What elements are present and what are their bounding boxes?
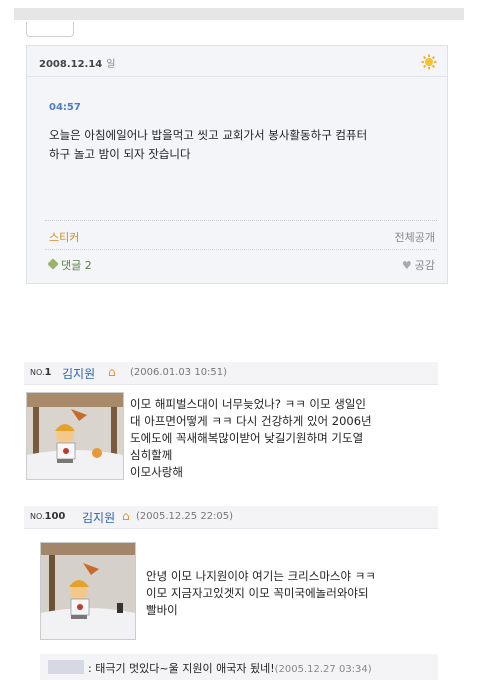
entry-message: 이모 해피벌스대이 너무늦었나? ㅋㅋ 이모 생일인 대 아프면어떻게 ㅋㅋ 다… xyxy=(130,396,440,481)
top-scroll-strip xyxy=(14,8,464,20)
diary-card: 2008.12.14 일 04:57 오늘은 아침에일어나 밥을먹고 씻고 교회가… xyxy=(26,45,448,284)
entry-number: NO.1 xyxy=(30,367,52,378)
reply-message: : 태극기 멋있다~울 지원이 애국자 됬네! xyxy=(88,662,275,675)
diary-day: 일 xyxy=(106,59,116,70)
sun-icon xyxy=(421,54,437,70)
divider xyxy=(45,249,437,250)
diary-body-line: 오늘은 아침에일어나 밥을먹고 씻고 교회가서 봉사활동하구 컴퓨터 xyxy=(49,128,368,142)
diary-body-line: 하구 놀고 밤이 되자 잣습니다 xyxy=(49,147,191,161)
sticker-link[interactable]: 스티커 xyxy=(49,229,79,245)
message-line: 이모 지금자고있겟지 이모 꼭미국에놀러와야되 xyxy=(146,586,369,600)
diary-header: 2008.12.14 일 xyxy=(27,46,447,77)
guestbook-entry-header: NO.1 김지원 ⌂ (2006.01.03 10:51) xyxy=(24,362,438,385)
author-name[interactable]: 김지원 xyxy=(82,509,115,526)
redacted-name xyxy=(48,660,84,674)
message-line: 심히할께 xyxy=(130,448,173,462)
minihome-icon[interactable]: ⌂ xyxy=(122,509,130,523)
entry-message: 안녕 이모 나지원이야 여기는 크리스마스야 ㅋㅋ 이모 지금자고있겟지 이모 … xyxy=(146,568,440,619)
like-label: 공감 xyxy=(414,259,435,272)
minihome-icon[interactable]: ⌂ xyxy=(108,365,116,379)
minimi-image xyxy=(26,392,124,480)
message-line: 대 아프면어떻게 ㅋㅋ 다시 건강하게 있어 2006년 xyxy=(130,414,372,428)
diary-body: 오늘은 아침에일어나 밥을먹고 씻고 교회가서 봉사활동하구 컴퓨터 하구 놀고… xyxy=(49,126,429,164)
heart-icon: ♥ xyxy=(401,259,412,272)
guestbook-entry-header: NO.100 김지원 ⌂ (2005.12.25 22:05) xyxy=(24,506,438,529)
message-line: 도에도에 꼭새해복많이받어 낮길기원하며 기도열 xyxy=(130,431,364,445)
author-name[interactable]: 김지원 xyxy=(62,365,95,382)
reply-row: : 태극기 멋있다~울 지원이 애국자 됬네!(2005.12.27 03:34… xyxy=(40,654,438,680)
like-button[interactable]: ♥ 공감 xyxy=(402,257,435,273)
visibility-label: 전체공개 xyxy=(394,231,435,244)
pencil-icon xyxy=(47,258,59,270)
entry-number: NO.100 xyxy=(30,511,66,522)
reply-text: : 태극기 멋있다~울 지원이 애국자 됬네!(2005.12.27 03:34… xyxy=(88,660,372,676)
diary-time: 04:57 xyxy=(49,102,81,113)
reply-timestamp: (2005.12.27 03:34) xyxy=(274,664,372,675)
message-line: 빨바이 xyxy=(146,603,178,617)
message-line: 이모 해피벌스대이 너무늦었나? ㅋㅋ 이모 생일인 xyxy=(130,397,366,411)
comment-count: 2 xyxy=(84,259,92,272)
comment-link[interactable]: 댓글 2 xyxy=(47,257,92,273)
minimi-image xyxy=(40,542,136,640)
top-tab[interactable] xyxy=(26,22,74,37)
entry-timestamp: (2006.01.03 10:51) xyxy=(130,367,228,378)
message-line: 안녕 이모 나지원이야 여기는 크리스마스야 ㅋㅋ xyxy=(146,569,376,583)
message-line: 이모사랑해 xyxy=(130,465,183,479)
diary-date-value: 2008.12.14 xyxy=(39,59,103,70)
divider xyxy=(45,220,437,221)
entry-timestamp: (2005.12.25 22:05) xyxy=(136,511,234,522)
diary-date: 2008.12.14 일 xyxy=(39,55,115,70)
comment-label: 댓글 xyxy=(61,259,82,272)
